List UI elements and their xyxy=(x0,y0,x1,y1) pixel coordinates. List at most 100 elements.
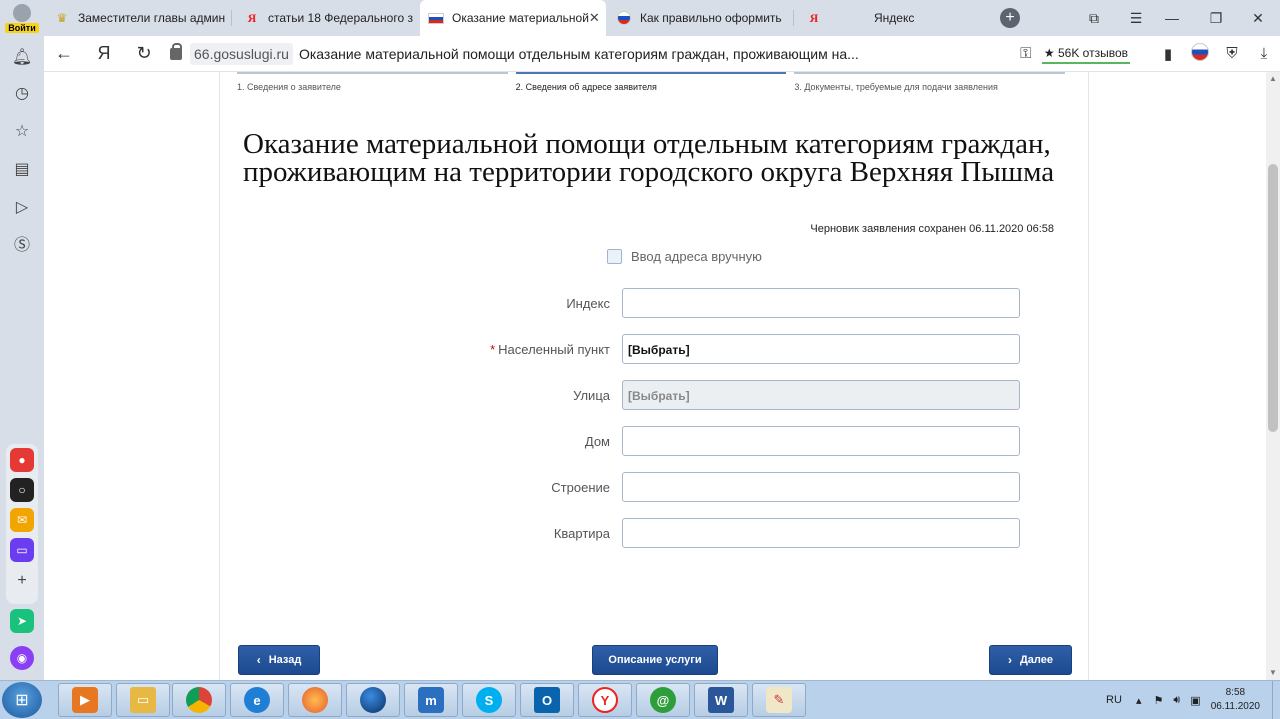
plus-icon: + xyxy=(1000,8,1020,28)
internet-explorer-icon: e xyxy=(244,687,270,713)
taskbar-clip-app[interactable]: @ xyxy=(636,683,690,717)
collections-icon[interactable]: ▤ xyxy=(11,158,33,180)
field-label: Строение xyxy=(551,480,610,495)
russia-flag-icon[interactable] xyxy=(1184,42,1216,65)
word-icon: W xyxy=(708,687,734,713)
field-building: Строение xyxy=(220,472,1090,502)
tab-5[interactable]: Я Яндекс xyxy=(798,0,978,36)
history-icon[interactable]: ◷ xyxy=(11,82,33,104)
zen-icon[interactable]: Ⓢ xyxy=(11,232,33,254)
camera-icon[interactable]: ○ xyxy=(10,478,34,502)
page-scrollbar[interactable]: ▲ ▼ xyxy=(1266,72,1280,680)
chrome-icon xyxy=(186,687,212,713)
tab-title: статьи 18 Федерального з xyxy=(268,11,413,25)
skype-icon: S xyxy=(476,687,502,713)
start-button[interactable]: ⊞ xyxy=(2,682,42,718)
translate-icon[interactable]: ⚿ xyxy=(1010,45,1042,62)
taskbar-app[interactable]: m xyxy=(404,683,458,717)
taskbar-word[interactable]: W xyxy=(694,683,748,717)
russia-flag-icon xyxy=(616,10,632,26)
field-apartment: Квартира xyxy=(220,518,1090,548)
back-arrow-icon[interactable]: ← xyxy=(44,43,84,64)
clock-time: 8:58 xyxy=(1225,687,1246,698)
flag-icon[interactable]: ⚑ xyxy=(1153,694,1163,707)
tab-4[interactable]: Как правильно оформить xyxy=(608,0,794,36)
taskbar-media-player[interactable]: ▶ xyxy=(58,683,112,717)
tab-1[interactable]: ♛ Заместители главы админ xyxy=(46,0,232,36)
house-input[interactable] xyxy=(622,426,1020,456)
menu-icon[interactable]: ☰ xyxy=(1118,0,1154,36)
reload-icon[interactable]: ↻ xyxy=(124,43,164,64)
bookmark-icon[interactable]: ▮ xyxy=(1152,45,1184,63)
show-desktop-button[interactable] xyxy=(1272,681,1280,719)
service-description-button[interactable]: Описание услуги xyxy=(592,645,718,675)
taskbar-chrome[interactable] xyxy=(172,683,226,717)
russia-flag-icon xyxy=(428,10,444,26)
scroll-thumb[interactable] xyxy=(1268,164,1278,432)
manual-address-label: Ввод адреса вручную xyxy=(631,249,762,264)
taskbar-ie[interactable]: e xyxy=(230,683,284,717)
network-icon[interactable]: ▣ xyxy=(1190,694,1200,707)
alice-icon[interactable]: ◉ xyxy=(10,646,34,670)
paint-icon: ✎ xyxy=(766,687,792,713)
manual-address-checkbox[interactable] xyxy=(607,249,622,264)
play-icon[interactable]: ▷ xyxy=(11,196,33,218)
volume-icon[interactable]: 🔊︎ xyxy=(1173,694,1180,707)
settlement-select[interactable]: [Выбрать] xyxy=(622,334,1020,364)
step-indicator: 1. Сведения о заявителе 2. Сведения об а… xyxy=(237,72,1073,92)
field-label: Индекс xyxy=(566,296,610,311)
building-input[interactable] xyxy=(622,472,1020,502)
reviews-badge[interactable]: ★ 56K отзывов xyxy=(1041,44,1130,64)
restore-icon[interactable]: ❐ xyxy=(1198,0,1234,36)
taskbar-outlook[interactable]: O xyxy=(520,683,574,717)
firefox-icon xyxy=(302,687,328,713)
tray-expand-icon[interactable]: ▴ xyxy=(1136,694,1142,707)
yandex-browser-icon: Y xyxy=(592,687,618,713)
taskbar-skype[interactable]: S xyxy=(462,683,516,717)
next-button[interactable]: › Далее xyxy=(989,645,1072,675)
manual-address-toggle[interactable]: Ввод адреса вручную xyxy=(607,249,762,264)
browser-sidebar: 🔔︎ ◷ ☆ ▤ ▷ Ⓢ ● ○ ✉ ▭ + ➤ ◉ xyxy=(0,36,44,680)
download-icon[interactable]: ⤓ xyxy=(1248,45,1280,62)
scroll-down-icon[interactable]: ▼ xyxy=(1269,668,1277,677)
step-3[interactable]: 3. Документы, требуемые для подачи заявл… xyxy=(794,72,1066,92)
language-indicator[interactable]: RU xyxy=(1106,694,1122,706)
folder-icon: ▭ xyxy=(130,687,156,713)
url-field[interactable]: 66.gosuslugi.ru Оказание материальной по… xyxy=(170,40,1010,68)
taskbar-firefox[interactable] xyxy=(288,683,342,717)
index-input[interactable] xyxy=(622,288,1020,318)
scroll-up-icon[interactable]: ▲ xyxy=(1269,74,1277,83)
step-1[interactable]: 1. Сведения о заявителе xyxy=(237,72,508,92)
back-button[interactable]: ‹ Назад xyxy=(238,645,320,675)
tabs-overview-icon[interactable]: ⧉ xyxy=(1076,0,1112,36)
login-button[interactable]: Войти xyxy=(0,0,44,36)
taskbar-explorer[interactable]: ▭ xyxy=(116,683,170,717)
star-icon[interactable]: ☆ xyxy=(11,120,33,142)
taskbar-browser[interactable] xyxy=(346,683,400,717)
tab-2[interactable]: Я статьи 18 Федерального з xyxy=(236,0,418,36)
app-icon: m xyxy=(418,687,444,713)
messenger-icon[interactable]: ▭ xyxy=(10,538,34,562)
minimize-icon[interactable]: — xyxy=(1154,0,1190,36)
tab-title: Как правильно оформить xyxy=(640,11,782,25)
taskbar-yandex-browser[interactable]: Y xyxy=(578,683,632,717)
new-tab-button[interactable]: + xyxy=(992,0,1028,36)
maps-icon[interactable]: ● xyxy=(10,448,34,472)
taskbar-paint[interactable]: ✎ xyxy=(752,683,806,717)
clock[interactable]: 8:58 06.11.2020 xyxy=(1211,686,1260,714)
step-2[interactable]: 2. Сведения об адресе заявителя xyxy=(515,72,787,92)
yandex-icon: Я xyxy=(247,10,257,25)
field-label: Дом xyxy=(584,434,610,449)
login-label: Войти xyxy=(5,22,39,33)
mail-icon[interactable]: ✉ xyxy=(10,508,34,532)
send-icon[interactable]: ➤ xyxy=(10,609,34,633)
close-tab-icon[interactable]: ✕ xyxy=(589,10,600,26)
yandex-home-icon[interactable]: Я xyxy=(84,43,124,64)
draft-saved-status: Черновик заявления сохранен 06.11.2020 0… xyxy=(810,223,1054,235)
close-window-icon[interactable]: ✕ xyxy=(1240,0,1276,36)
apartment-input[interactable] xyxy=(622,518,1020,548)
add-app-icon[interactable]: + xyxy=(11,570,33,592)
bell-icon[interactable]: 🔔︎ xyxy=(11,46,33,68)
tab-3-active[interactable]: Оказание материальной ✕ xyxy=(420,0,606,36)
protect-icon[interactable]: ⛨ xyxy=(1216,45,1248,62)
